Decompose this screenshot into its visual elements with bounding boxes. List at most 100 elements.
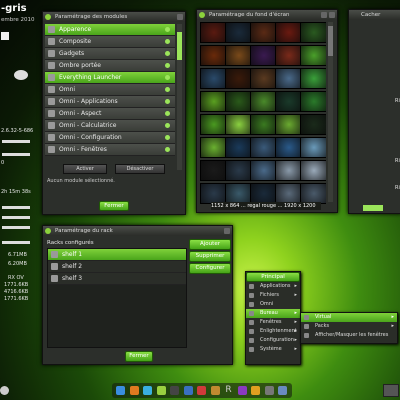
right-slider-thumb[interactable]	[363, 205, 383, 211]
menu-item[interactable]: Virtual ▸	[301, 313, 397, 322]
music-icon[interactable]	[251, 386, 260, 395]
add-button[interactable]: Ajouter	[189, 239, 231, 250]
wallpaper-thumbnail[interactable]	[200, 160, 228, 181]
mail-icon[interactable]	[183, 386, 193, 395]
wallpaper-thumbnail[interactable]	[250, 137, 278, 158]
wallpaper-thumbnail[interactable]	[300, 183, 326, 204]
wallpaper-thumbnail[interactable]	[275, 183, 303, 204]
wallpaper-thumbnail[interactable]	[250, 22, 278, 43]
wallpaper-titlebar[interactable]: Paramétrage du fond d'écran	[197, 10, 337, 20]
wallpaper-thumbnail[interactable]	[275, 160, 303, 181]
delete-button[interactable]: Supprimer	[189, 251, 231, 262]
module-item[interactable]: Omni - Applications	[45, 96, 175, 108]
module-item[interactable]: Omni - Calculatrice	[45, 120, 175, 132]
wallpaper-thumbnail[interactable]	[300, 160, 326, 181]
module-item[interactable]: Ombre portée	[45, 60, 175, 72]
wallpaper-thumbnail[interactable]	[275, 68, 303, 89]
menu-button-icon[interactable]	[0, 386, 9, 395]
wallpaper-thumbnail[interactable]	[225, 91, 253, 112]
menu-item[interactable]: Omni	[246, 300, 300, 309]
wallpaper-thumbnail[interactable]	[300, 91, 326, 112]
wallpaper-thumbnail[interactable]	[250, 114, 278, 135]
rack-titlebar[interactable]: Paramétrage du rack	[43, 226, 232, 236]
menu-item[interactable]: Fichiers ▸	[246, 291, 300, 300]
wallpaper-thumbnail[interactable]	[225, 137, 253, 158]
rack-item[interactable]: shelf 2	[48, 261, 186, 273]
configure-button[interactable]: Configurer	[189, 263, 231, 274]
firefox-icon[interactable]	[129, 386, 139, 395]
close-button[interactable]: Fermer	[125, 351, 153, 362]
menu-item[interactable]: Fenêtres ▸	[246, 318, 300, 327]
cube-icon[interactable]	[116, 386, 125, 395]
terminal-icon[interactable]	[170, 386, 179, 395]
wallpaper-thumbnail[interactable]	[250, 68, 278, 89]
photo-icon[interactable]	[210, 386, 220, 395]
wallpaper-thumbnail[interactable]	[300, 22, 326, 43]
scroll-thumb[interactable]	[177, 32, 182, 60]
wallpaper-thumbnail[interactable]	[200, 45, 228, 66]
wallpaper-thumbnail[interactable]	[200, 68, 228, 89]
wallpaper-thumbnail[interactable]	[200, 183, 228, 204]
module-item[interactable]: Apparence	[45, 24, 175, 36]
wallpaper-thumbnail[interactable]	[300, 45, 326, 66]
wallpaper-thumbnail[interactable]	[200, 91, 228, 112]
menu-item[interactable]: Applications ▸	[246, 282, 300, 291]
wallpaper-thumbnail[interactable]	[250, 45, 278, 66]
wallpaper-thumbnail[interactable]	[250, 183, 278, 204]
wallpaper-thumbnail[interactable]	[200, 137, 228, 158]
wallpaper-thumbnail[interactable]	[225, 183, 253, 204]
module-scrollbar[interactable]	[177, 24, 182, 170]
r-icon[interactable]: R	[224, 386, 233, 395]
record-icon[interactable]	[197, 386, 206, 395]
wallpaper-thumbnail[interactable]	[225, 68, 253, 89]
wallpaper-thumbnail[interactable]	[275, 45, 303, 66]
right-titlebar[interactable]: Cacher	[349, 10, 400, 20]
module-item[interactable]: Omni - Fenêtres	[45, 144, 175, 156]
rack-item[interactable]: shelf 3	[48, 273, 186, 285]
menu-item[interactable]: Configuration ▸	[246, 336, 300, 345]
wallpaper-thumbnail[interactable]	[275, 91, 303, 112]
module-item[interactable]: Omni - Configuration	[45, 132, 175, 144]
menu-item[interactable]: Bureau ▸	[246, 309, 300, 318]
desktop-pager[interactable]	[383, 384, 399, 397]
close-icon[interactable]	[177, 14, 183, 20]
module-item[interactable]: Everything Launcher	[45, 72, 175, 84]
close-icon[interactable]	[329, 12, 335, 18]
wallpaper-thumbnail[interactable]	[225, 45, 253, 66]
close-icon[interactable]	[224, 228, 230, 234]
android-icon[interactable]	[156, 386, 166, 395]
wallpaper-thumbnail[interactable]	[225, 22, 253, 43]
wallpaper-thumbnail[interactable]	[275, 114, 303, 135]
menu-item[interactable]: Afficher/Masquer les fenêtres	[301, 331, 397, 340]
globe-icon[interactable]	[143, 386, 152, 395]
module-item[interactable]: Omni	[45, 84, 175, 96]
wallpaper-thumbnail[interactable]	[300, 68, 326, 89]
menu-item[interactable]: Système ▸	[246, 345, 300, 354]
menu-item[interactable]: Packs ▸	[301, 322, 397, 331]
wallpaper-thumbnail[interactable]	[275, 137, 303, 158]
wallpaper-thumbnail[interactable]	[300, 137, 326, 158]
load-button[interactable]: Activer	[63, 164, 107, 174]
rack-item[interactable]: shelf 1	[48, 249, 186, 261]
wallpaper-scrollbar[interactable]	[328, 22, 333, 202]
module-item[interactable]: Omni - Aspect	[45, 108, 175, 120]
wallpaper-thumbnail[interactable]	[300, 114, 326, 135]
wallpaper-thumbnail[interactable]	[250, 160, 278, 181]
module-item[interactable]: Gadgets	[45, 48, 175, 60]
menu-item[interactable]: Enlightenment ▸	[246, 327, 300, 336]
settings-icon[interactable]	[264, 386, 274, 395]
wallpaper-thumbnail[interactable]	[225, 114, 253, 135]
folder-icon[interactable]	[278, 386, 287, 395]
wallpaper-thumbnail[interactable]	[275, 22, 303, 43]
wallpaper-thumbnail[interactable]	[225, 160, 253, 181]
wallpaper-thumbnail[interactable]	[200, 22, 228, 43]
minimize-icon[interactable]	[321, 12, 327, 18]
close-button[interactable]: Fermer	[99, 201, 129, 211]
film-icon[interactable]	[237, 386, 247, 395]
modules-titlebar[interactable]: Paramétrage des modules	[43, 12, 185, 22]
unload-button[interactable]: Désactiver	[115, 164, 165, 174]
wallpaper-thumbnail[interactable]	[250, 91, 278, 112]
wallpaper-thumbnail[interactable]	[200, 114, 228, 135]
scroll-thumb[interactable]	[328, 26, 333, 56]
module-item[interactable]: Composite	[45, 36, 175, 48]
